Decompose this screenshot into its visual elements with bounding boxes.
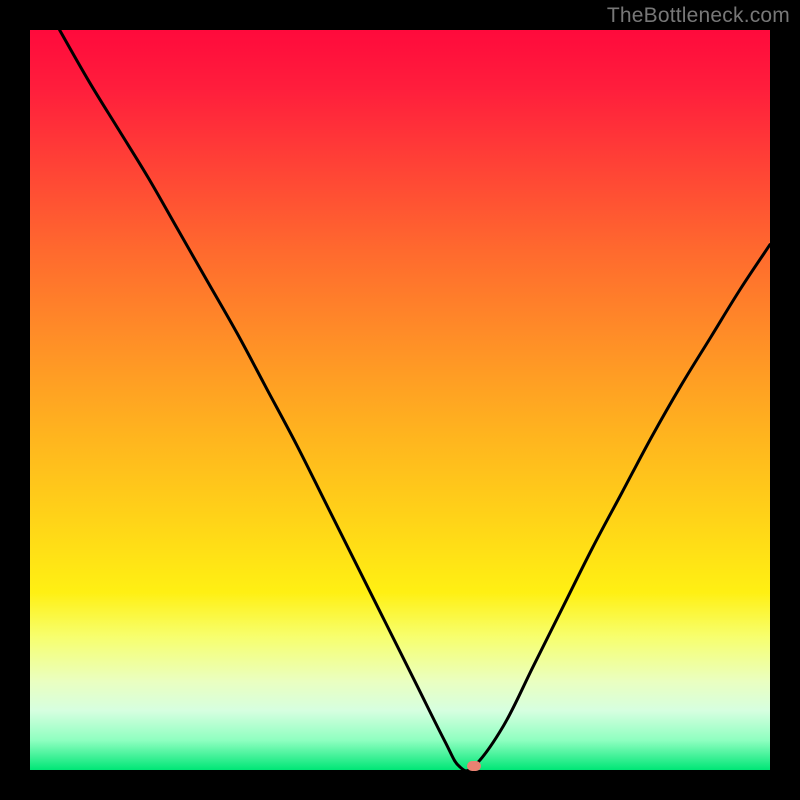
chart-frame: TheBottleneck.com xyxy=(0,0,800,800)
plot-area xyxy=(30,30,770,770)
curve-svg xyxy=(30,30,770,770)
bottleneck-curve xyxy=(60,30,770,771)
optimal-point-marker xyxy=(467,761,481,771)
watermark-text: TheBottleneck.com xyxy=(607,4,790,28)
